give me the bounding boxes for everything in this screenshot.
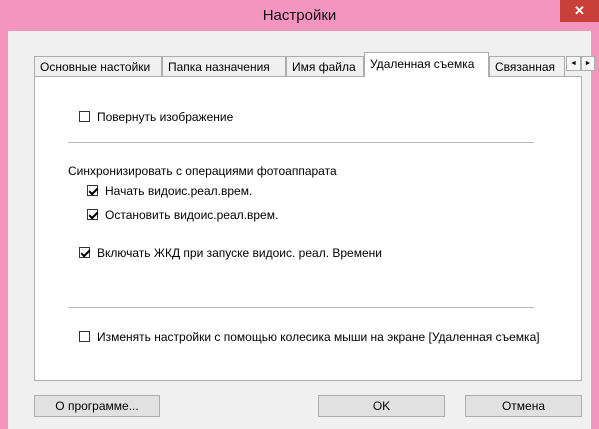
tab-destination-folder[interactable]: Папка назначения (162, 56, 286, 76)
ok-button[interactable]: OK (318, 395, 445, 417)
tab-linked-software[interactable]: Связанная (489, 56, 565, 76)
window-border-right (591, 31, 599, 429)
tab-basic-settings[interactable]: Основные настойки (34, 56, 162, 76)
rotate-image-checkbox[interactable] (79, 111, 90, 122)
lcd-on-live-view-checkbox[interactable] (79, 247, 90, 258)
tab-scroll-right-button[interactable]: ► (581, 56, 595, 71)
about-button[interactable]: О программе... (34, 395, 160, 417)
mouse-wheel-label: Изменять настройки с помощью колесика мы… (97, 330, 540, 344)
remote-shooting-panel: Повернуть изображение Синхронизировать с… (34, 76, 582, 381)
tab-scroll-left-button[interactable]: ◄ (566, 56, 581, 71)
window-title: Настройки (262, 7, 337, 24)
separator-bottom (68, 307, 534, 308)
close-icon: ✕ (574, 3, 585, 18)
stop-live-view-checkbox[interactable] (87, 209, 98, 220)
arrow-left-icon: ◄ (570, 60, 577, 67)
start-live-view-label: Начать видоис.реал.врем. (105, 184, 253, 198)
window-border-left (0, 31, 8, 429)
lcd-on-live-view-label: Включать ЖКД при запуске видоис. реал. В… (97, 246, 382, 260)
start-live-view-checkbox[interactable] (87, 185, 98, 196)
rotate-image-label: Повернуть изображение (97, 110, 234, 124)
tab-file-name[interactable]: Имя файла (286, 56, 364, 76)
arrow-right-icon: ► (584, 60, 592, 67)
stop-live-view-label: Остановить видоис.реал.врем. (105, 208, 279, 222)
tab-remote-shooting[interactable]: Удаленная съемка (364, 52, 489, 77)
separator-top (68, 142, 534, 143)
sync-heading: Синхронизировать с операциями фотоаппара… (68, 164, 337, 178)
mouse-wheel-checkbox[interactable] (79, 331, 90, 342)
cancel-button[interactable]: Отмена (465, 395, 582, 417)
close-button[interactable]: ✕ (560, 0, 599, 22)
